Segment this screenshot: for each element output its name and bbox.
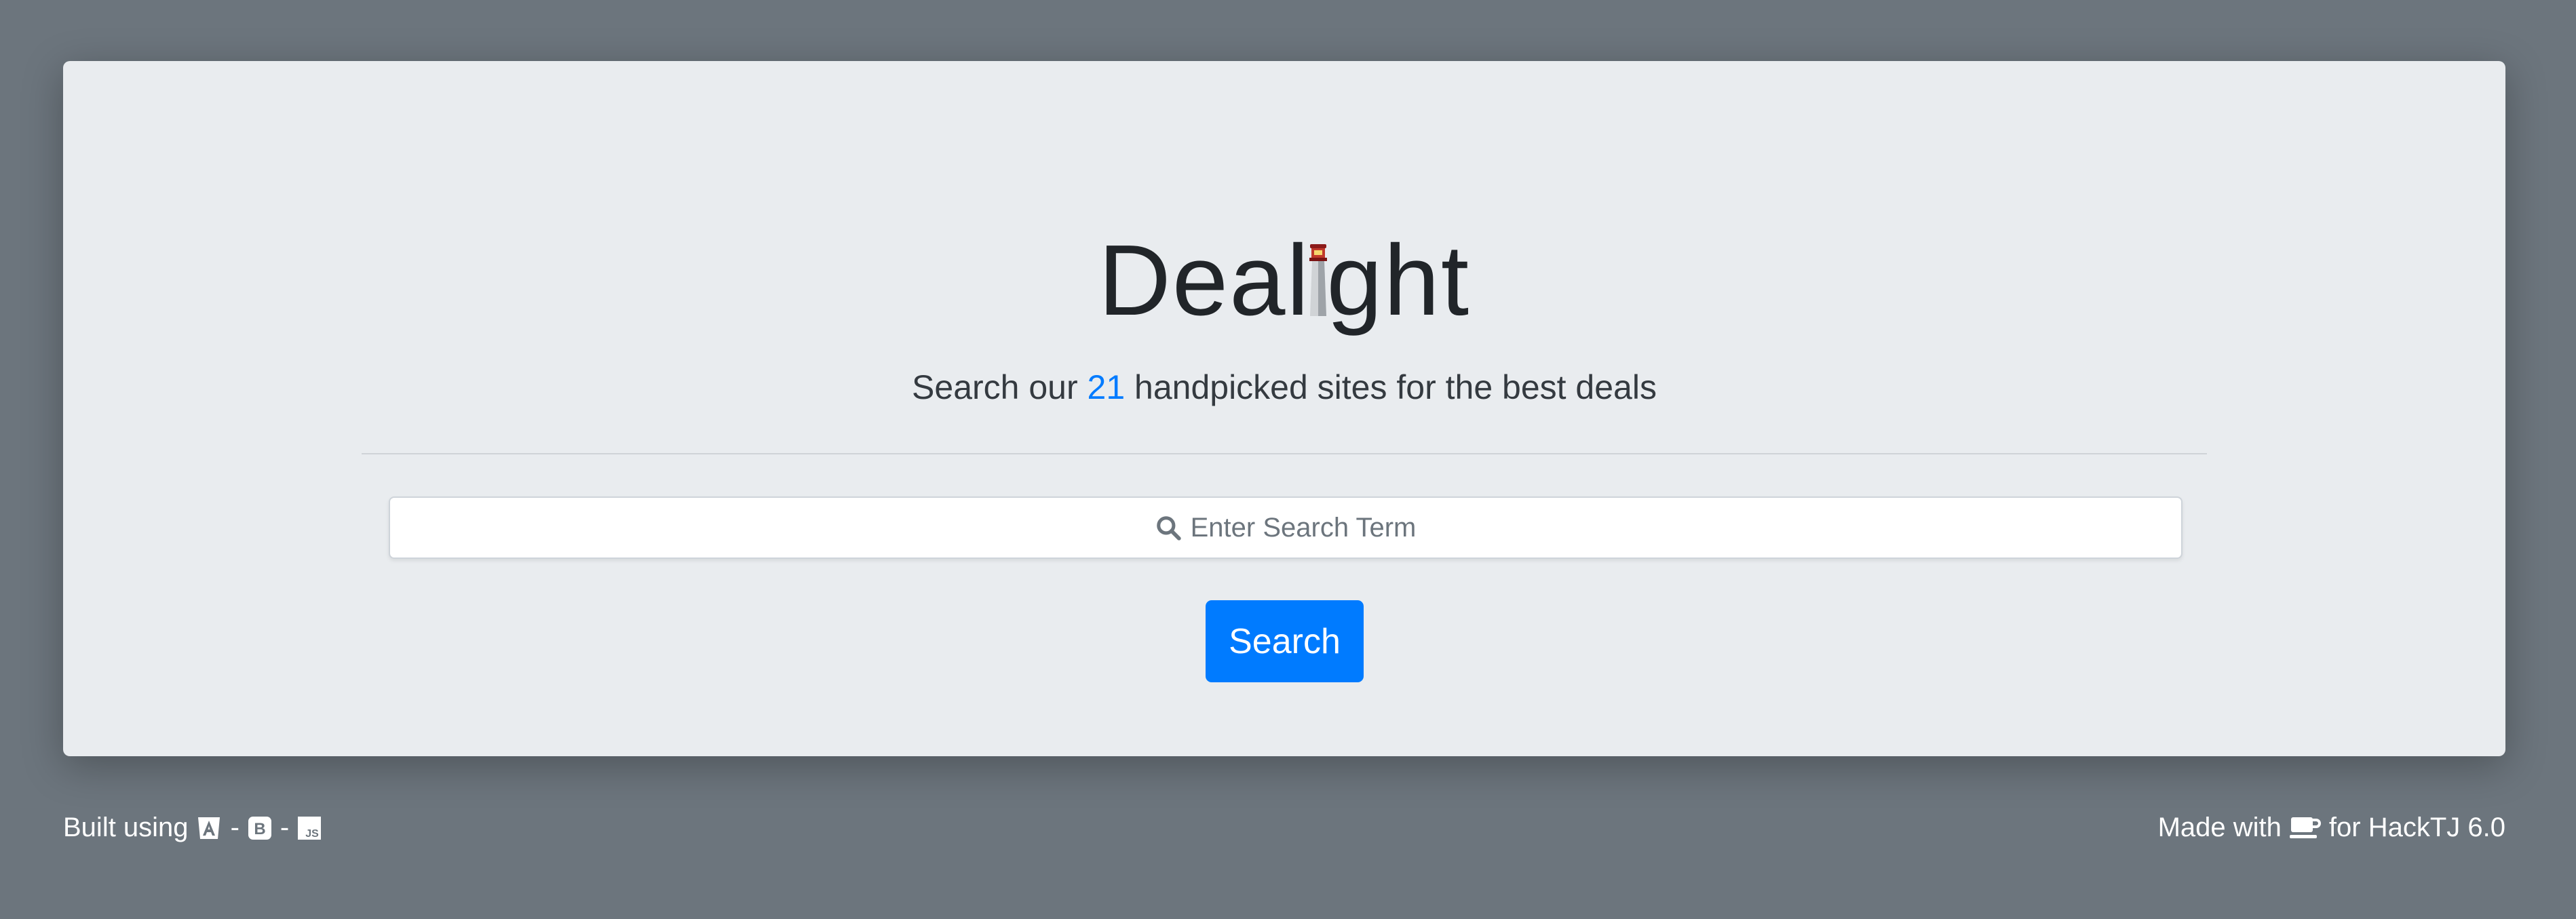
made-prefix: Made with <box>2157 813 2282 842</box>
bootstrap-icon: B <box>248 816 272 840</box>
site-count: 21 <box>1087 368 1126 406</box>
page-title: Deal ght <box>63 231 2505 331</box>
search-placeholder: Enter Search Term <box>1190 512 1417 543</box>
title-after: ght <box>1326 224 1471 336</box>
separator-1: - <box>230 813 239 842</box>
js-icon: JS <box>297 816 322 840</box>
separator-2: - <box>280 813 290 842</box>
footer-built-using: Built using - B - JS <box>63 813 322 843</box>
divider <box>362 453 2207 454</box>
hero-card: Deal ght Search our 21 handpicked sites f… <box>63 61 2505 756</box>
svg-text:B: B <box>254 820 265 838</box>
footer-made-with: Made with for HackTJ 6.0 <box>2158 813 2505 843</box>
subtitle-prefix: Search our <box>912 368 1088 406</box>
angular-icon <box>195 815 223 842</box>
subtitle: Search our 21 handpicked sites for the b… <box>63 368 2505 407</box>
title-before: Deal <box>1098 224 1311 336</box>
search-input[interactable]: Enter Search Term <box>389 496 2183 559</box>
coffee-icon <box>2288 815 2322 842</box>
made-suffix: for HackTJ 6.0 <box>2328 813 2505 842</box>
svg-text:JS: JS <box>305 828 319 840</box>
lighthouse-icon <box>1309 244 1328 316</box>
subtitle-suffix: handpicked sites for the best deals <box>1125 368 1657 406</box>
search-button[interactable]: Search <box>1206 600 1364 682</box>
search-icon <box>1156 516 1181 541</box>
built-prefix: Built using <box>63 813 189 842</box>
